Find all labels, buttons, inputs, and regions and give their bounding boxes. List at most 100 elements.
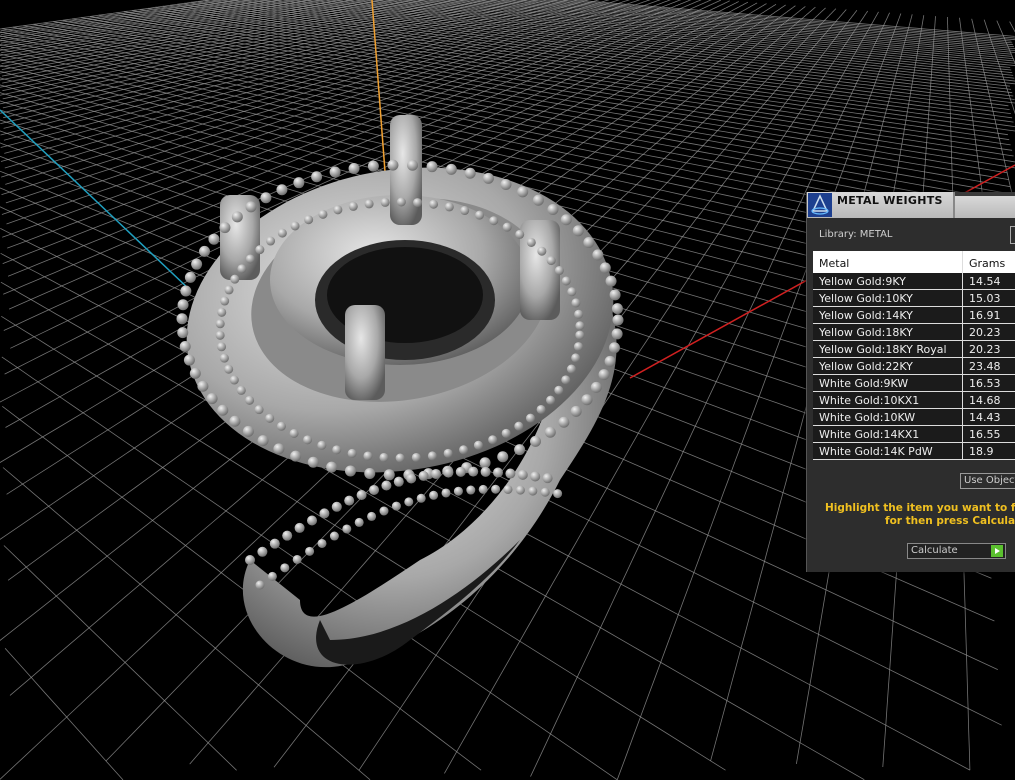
bead	[479, 457, 491, 469]
bead	[560, 214, 572, 226]
panel-tab-blank[interactable]	[955, 196, 1015, 218]
play-arrow-icon[interactable]	[991, 545, 1003, 557]
bead	[537, 246, 547, 256]
table-row[interactable]: White Gold:9KW 16.53	[813, 375, 1015, 392]
metal-name: White Gold:10KX1	[813, 392, 963, 408]
bead	[515, 229, 525, 239]
table-row[interactable]: White Gold:10KX1 14.68	[813, 392, 1015, 409]
bead	[217, 307, 227, 317]
bead	[224, 285, 234, 295]
bead	[571, 353, 581, 363]
bead	[609, 289, 621, 301]
table-row[interactable]: Yellow Gold:22KY 23.48	[813, 358, 1015, 375]
column-header-metal[interactable]: Metal	[813, 251, 963, 273]
bead	[540, 487, 550, 497]
bead	[273, 443, 285, 455]
bead	[215, 319, 225, 329]
bead	[574, 309, 584, 319]
bead	[443, 467, 454, 478]
bead	[445, 163, 457, 175]
bead	[455, 466, 466, 477]
grid-line	[3, 545, 237, 771]
table-row[interactable]: Yellow Gold:9KY 14.54	[813, 273, 1015, 290]
bead	[317, 538, 327, 548]
bead	[217, 342, 227, 352]
metal-name: White Gold:10KW	[813, 409, 963, 425]
bead	[598, 369, 610, 381]
bead	[573, 342, 583, 352]
bead	[307, 515, 317, 526]
bead	[176, 313, 188, 325]
bead	[184, 271, 196, 283]
bead	[411, 452, 421, 462]
bead	[468, 466, 479, 477]
bead	[575, 321, 585, 331]
table-row[interactable]: Yellow Gold:18KY 20.23	[813, 324, 1015, 341]
instruction-line-1: Highlight the item you want to find	[825, 502, 1015, 514]
table-row[interactable]: Yellow Gold:14KY 16.91	[813, 307, 1015, 324]
bead	[379, 452, 389, 462]
grams-value: 20.23	[969, 343, 1001, 356]
tab-metal-weights[interactable]: METAL WEIGHTS	[807, 192, 955, 218]
bead	[473, 440, 483, 450]
bead	[453, 486, 463, 496]
bead	[478, 484, 488, 494]
bead	[561, 276, 571, 286]
table-row[interactable]: White Gold:14K PdW 18.9	[813, 443, 1015, 460]
bead	[604, 355, 616, 367]
bead	[363, 451, 373, 461]
table-row[interactable]: Yellow Gold:18KY Royal 20.23	[813, 341, 1015, 358]
bead	[429, 199, 439, 209]
bead	[197, 380, 209, 392]
bead	[444, 202, 454, 212]
column-header-grams[interactable]: Grams	[963, 251, 1015, 273]
bead	[179, 340, 191, 352]
bead	[206, 393, 218, 405]
bead	[215, 330, 225, 340]
grams-value: 18.9	[969, 445, 994, 458]
bead	[332, 445, 342, 455]
use-object-button[interactable]: Use Object	[960, 473, 1015, 489]
bead	[304, 215, 314, 225]
bead	[427, 451, 437, 461]
bead	[290, 221, 300, 231]
bead	[191, 258, 203, 270]
bead	[344, 495, 355, 506]
bead	[387, 159, 399, 171]
bead	[583, 237, 595, 249]
table-row[interactable]: White Gold:14KX1 16.55	[813, 426, 1015, 443]
bead	[177, 327, 189, 339]
bead	[611, 303, 623, 315]
bead	[277, 228, 287, 238]
bead	[329, 531, 339, 541]
calculate-dropdown[interactable]: Calculate	[907, 543, 1006, 559]
panel-titlebar[interactable]: METAL WEIGHTS	[807, 192, 1015, 218]
grid-line	[139, 9, 1015, 132]
bead	[480, 466, 491, 477]
bead	[348, 201, 358, 211]
bead	[183, 354, 195, 366]
bead	[553, 489, 563, 499]
bead	[254, 405, 264, 415]
bead	[554, 385, 564, 395]
bead	[426, 161, 438, 173]
metal-table[interactable]: Metal Grams Yellow Gold:9KY 14.54 Yellow G…	[813, 251, 1015, 467]
bead	[404, 497, 414, 507]
bead	[570, 405, 582, 417]
library-dropdown[interactable]	[1010, 226, 1015, 244]
ring-model[interactable]	[162, 115, 638, 668]
grams-value: 20.23	[969, 326, 1001, 339]
metal-name: Yellow Gold:18KY	[813, 324, 963, 340]
metal-name: White Gold:14KX1	[813, 426, 963, 442]
bead	[348, 162, 360, 174]
metal-weights-panel: METAL WEIGHTS Library: METAL Metal Grams…	[806, 192, 1015, 572]
bead	[369, 484, 379, 495]
table-row[interactable]: Yellow Gold:10KY 15.03	[813, 290, 1015, 307]
bead	[482, 172, 494, 184]
bead	[611, 328, 623, 340]
bead	[431, 468, 441, 479]
table-row[interactable]: White Gold:10KW 14.43	[813, 409, 1015, 426]
bead	[367, 511, 377, 521]
grid-line	[23, 25, 1015, 211]
bead	[245, 201, 257, 213]
